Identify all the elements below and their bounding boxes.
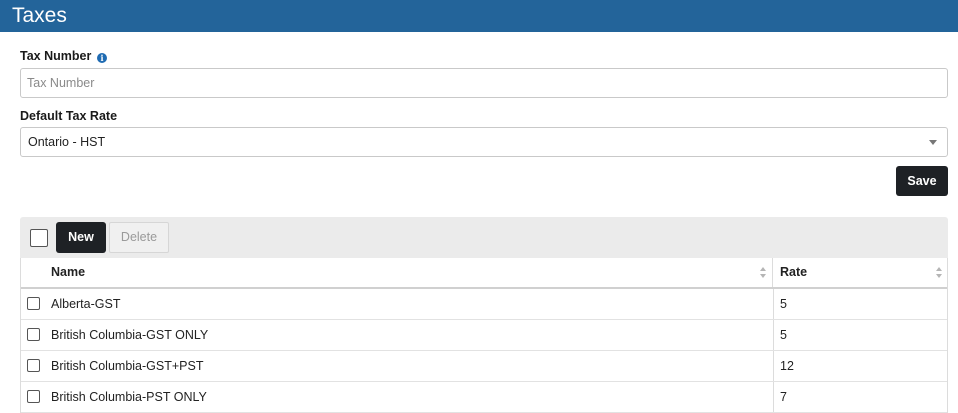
- info-icon[interactable]: i: [97, 53, 107, 63]
- column-header-name[interactable]: Name: [51, 258, 773, 287]
- row-checkbox[interactable]: [27, 328, 40, 341]
- column-header-rate-label: Rate: [780, 265, 808, 279]
- default-tax-rate-label: Default Tax Rate: [20, 109, 118, 123]
- table-row[interactable]: British Columbia-GST+PST 12: [21, 351, 947, 382]
- new-button[interactable]: New: [56, 222, 106, 253]
- default-tax-rate-select[interactable]: Ontario - HST: [20, 127, 948, 157]
- table-row[interactable]: British Columbia-PST ONLY 7: [21, 382, 947, 413]
- table-toolbar: New Delete: [20, 217, 948, 258]
- tax-rate: 5: [780, 297, 787, 311]
- tax-number-label: Tax Number: [20, 49, 92, 63]
- column-header-rate[interactable]: Rate: [774, 258, 948, 287]
- tax-rate: 7: [780, 390, 787, 404]
- tax-name: British Columbia-GST ONLY: [51, 320, 774, 350]
- sort-icon[interactable]: [760, 267, 768, 279]
- table-header: Name Rate: [21, 258, 947, 289]
- row-checkbox[interactable]: [27, 359, 40, 372]
- page-header: Taxes: [0, 0, 958, 32]
- table-row[interactable]: Alberta-GST 5: [21, 289, 947, 320]
- save-button[interactable]: Save: [896, 166, 948, 196]
- row-checkbox[interactable]: [27, 297, 40, 310]
- tax-rate: 5: [780, 328, 787, 342]
- page-title: Taxes: [12, 4, 67, 27]
- tax-number-input[interactable]: [20, 68, 948, 98]
- default-tax-rate-value: Ontario - HST: [28, 135, 106, 149]
- table-row[interactable]: British Columbia-GST ONLY 5: [21, 320, 947, 351]
- chevron-down-icon: [929, 140, 937, 145]
- column-header-name-label: Name: [51, 265, 86, 279]
- tax-name: British Columbia-GST+PST: [51, 351, 774, 381]
- tax-name: Alberta-GST: [51, 289, 774, 319]
- tax-name: British Columbia-PST ONLY: [51, 382, 774, 412]
- delete-button[interactable]: Delete: [109, 222, 169, 253]
- taxes-table: Name Rate Alberta-GST 5 British Columbia…: [20, 258, 948, 413]
- tax-rate: 12: [780, 359, 794, 373]
- sort-icon[interactable]: [936, 267, 944, 279]
- select-all-checkbox[interactable]: [30, 229, 48, 247]
- row-checkbox[interactable]: [27, 390, 40, 403]
